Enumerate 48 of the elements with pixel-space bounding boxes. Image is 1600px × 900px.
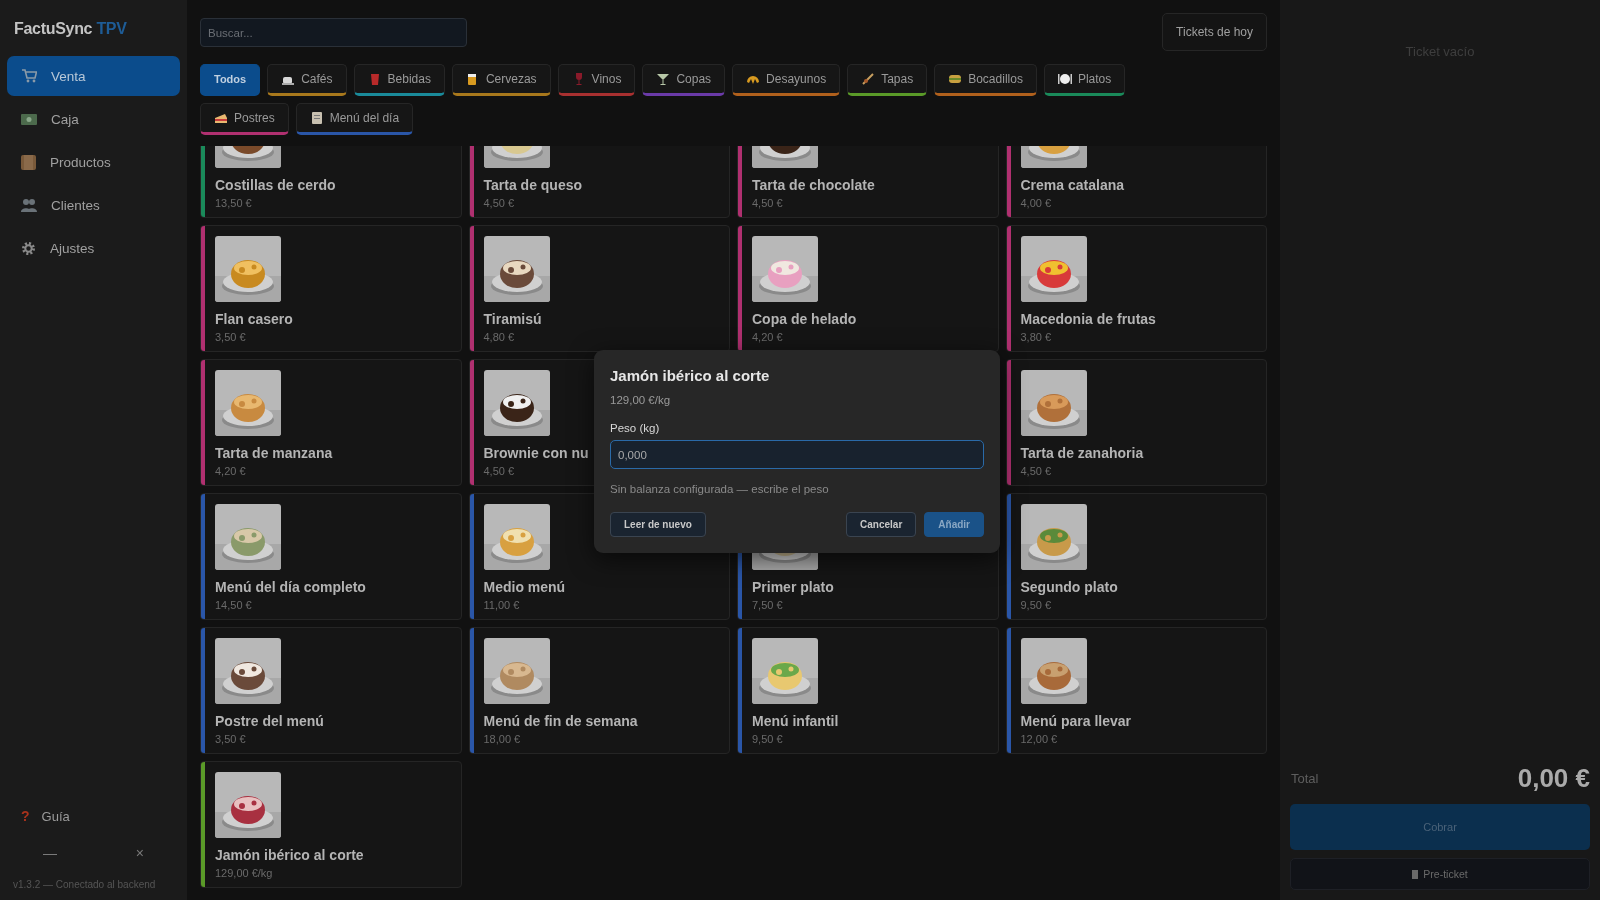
product-price: 18,00 € — [483, 733, 521, 745]
app-logo: FactuSync TPV — [13, 19, 128, 39]
product-name: Tiramisú — [483, 311, 542, 327]
product-price: 4,20 € — [215, 465, 246, 477]
product-name: Copa de helado — [752, 311, 857, 327]
product-price: 12,00 € — [1020, 733, 1058, 745]
product-price: 3,80 € — [1020, 331, 1052, 343]
product-name: Tarta de manzana — [215, 445, 333, 461]
dialog-price: 129,00 €/kg — [610, 394, 672, 406]
product-name: Costillas de cerdo — [215, 177, 336, 193]
product-name: Menú del día completo — [215, 579, 366, 595]
total-amount: 0,00 € — [1517, 763, 1590, 794]
product-name: Brownie con nu — [483, 445, 589, 461]
product-price: 13,50 € — [215, 197, 252, 209]
product-price: 11,00 € — [483, 599, 520, 611]
product-name: Tarta de zanahoria — [1020, 445, 1144, 461]
product-price: 3,50 € — [215, 331, 246, 343]
product-name: Flan casero — [215, 311, 293, 327]
product-price: 4,20 € — [752, 331, 783, 343]
help-icon: ? — [21, 808, 30, 824]
product-name: Menú para llevar — [1020, 713, 1131, 729]
product-price: 4,50 € — [483, 197, 515, 209]
product-name: Crema catalana — [1020, 177, 1124, 193]
product-price: 129,00 €/kg — [215, 867, 273, 879]
product-price: 4,50 € — [752, 197, 783, 209]
product-name: Menú de fin de semana — [483, 713, 638, 729]
product-name: Menú infantil — [752, 713, 839, 729]
product-price: 4,00 € — [1020, 197, 1052, 209]
product-price: 14,50 € — [215, 599, 252, 611]
product-name: Jamón ibérico al corte — [215, 847, 364, 863]
product-name: Macedonia de frutas — [1020, 311, 1156, 327]
product-price: 9,50 € — [752, 733, 783, 745]
product-price: 7,50 € — [752, 599, 783, 611]
field-label: Peso (kg) — [610, 422, 661, 434]
product-price: 3,50 € — [215, 733, 246, 745]
product-name: Primer plato — [752, 579, 834, 595]
product-price: 4,80 € — [483, 331, 515, 343]
product-name: Postre del menú — [215, 713, 324, 729]
product-price: 9,50 € — [1020, 599, 1052, 611]
total-label: Total — [1291, 771, 1319, 786]
product-price: 4,50 € — [1020, 465, 1052, 477]
product-name: Tarta de chocolate — [752, 177, 875, 193]
product-name: Segundo plato — [1020, 579, 1118, 595]
product-price: 4,50 € — [483, 465, 515, 477]
product-name: Tarta de queso — [483, 177, 583, 193]
dialog-title: Jamón ibérico al corte — [610, 367, 771, 384]
hint-text: Sin balanza configurada — escribe el peso — [610, 483, 830, 495]
product-name: Medio menú — [483, 579, 566, 595]
